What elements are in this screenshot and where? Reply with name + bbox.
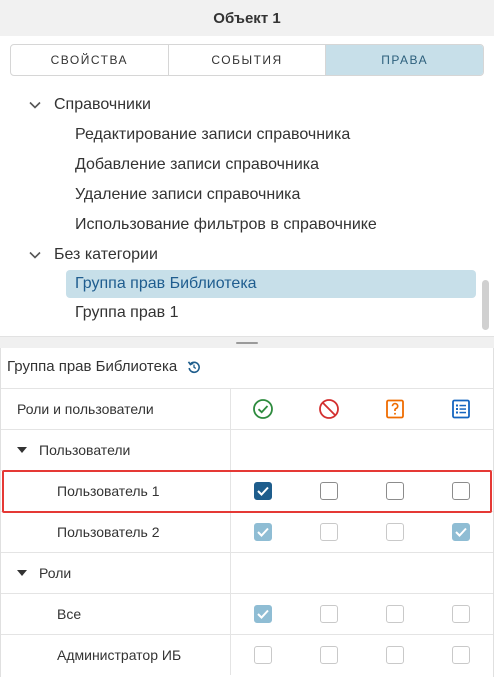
tab-label: СОБЫТИЯ xyxy=(211,53,283,67)
ask-checkbox[interactable] xyxy=(386,523,404,541)
tree-item[interactable]: Использование фильтров в справочнике xyxy=(75,211,377,239)
list-checkbox[interactable] xyxy=(452,523,470,541)
tree-group-label: Справочники xyxy=(54,96,151,113)
deny-icon xyxy=(309,389,349,429)
deny-checkbox[interactable] xyxy=(320,646,338,664)
tree-item-label: Редактирование записи справочника xyxy=(75,126,351,143)
tree-item-label: Группа прав Библиотека xyxy=(75,275,257,292)
refresh-icon[interactable] xyxy=(187,360,201,374)
group-label: Пользователи xyxy=(39,442,131,458)
deny-checkbox[interactable] xyxy=(320,482,338,500)
panel-title-text: Группа прав Библиотека xyxy=(7,358,178,375)
row-label-cell: Администратор ИБ xyxy=(1,635,231,675)
tab-events[interactable]: СОБЫТИЯ xyxy=(169,45,327,75)
tree-group-label: Без категории xyxy=(54,246,158,263)
list-checkbox[interactable] xyxy=(452,646,470,664)
grid-row-role-admin: Администратор ИБ xyxy=(1,634,493,675)
tree-item[interactable]: Удаление записи справочника xyxy=(75,181,300,209)
row-label-cell: Пользователь 1 xyxy=(1,471,231,511)
chevron-down-icon[interactable] xyxy=(28,248,42,262)
row-label-cell: Все xyxy=(1,594,231,634)
grid-row-user-1: Пользователь 1 xyxy=(1,470,493,511)
row-label: Пользователь 1 xyxy=(57,483,160,499)
caret-down-icon[interactable] xyxy=(17,446,27,454)
tree-item-label: Добавление записи справочника xyxy=(75,156,319,173)
tree-item[interactable]: Добавление записи справочника xyxy=(75,151,319,179)
tree-item[interactable]: Группа прав 1 xyxy=(75,299,178,327)
row-label: Все xyxy=(57,606,82,622)
tree-item-label: Использование фильтров в справочнике xyxy=(75,216,377,233)
grid-row-role-all: Все xyxy=(1,593,493,634)
list-icon xyxy=(441,389,481,429)
row-label: Администратор ИБ xyxy=(57,647,182,663)
chevron-down-icon[interactable] xyxy=(28,98,42,112)
tree-item-label: Удаление записи справочника xyxy=(75,186,301,203)
allow-checkbox[interactable] xyxy=(254,646,272,664)
grid-group-row-users[interactable]: Пользователи xyxy=(1,429,493,470)
tree-group-uncategorized[interactable]: Без категории xyxy=(28,241,158,269)
ask-checkbox[interactable] xyxy=(386,605,404,623)
tree-scrollbar[interactable] xyxy=(482,280,489,330)
caret-down-icon[interactable] xyxy=(17,569,27,577)
tab-properties[interactable]: СВОЙСТВА xyxy=(11,45,169,75)
tree-item[interactable]: Редактирование записи справочника xyxy=(75,121,350,149)
window-title: Объект 1 xyxy=(0,0,494,36)
grid-header-row: Роли и пользователи xyxy=(1,388,493,429)
grid-row-user-2: Пользователь 2 xyxy=(1,511,493,552)
window-title-text: Объект 1 xyxy=(213,9,281,27)
ask-icon xyxy=(375,389,415,429)
grid-group-row-roles[interactable]: Роли xyxy=(1,552,493,593)
group-label: Роли xyxy=(39,565,72,581)
row-label-cell: Пользователь 2 xyxy=(1,512,231,552)
allow-checkbox[interactable] xyxy=(254,482,272,500)
tree-item-selected[interactable]: Группа прав Библиотека xyxy=(66,270,476,298)
panel-title: Группа прав Библиотека xyxy=(7,358,201,375)
allow-checkbox[interactable] xyxy=(254,605,272,623)
group-cell: Пользователи xyxy=(1,430,231,470)
deny-checkbox[interactable] xyxy=(320,605,338,623)
column-header-roles: Роли и пользователи xyxy=(1,389,231,429)
list-checkbox[interactable] xyxy=(452,605,470,623)
rights-panel: Группа прав Библиотека Роли и пользовате… xyxy=(0,348,494,677)
ask-checkbox[interactable] xyxy=(386,482,404,500)
tree-group-directories[interactable]: Справочники xyxy=(28,91,151,119)
group-cell: Роли xyxy=(1,553,231,593)
allow-checkbox[interactable] xyxy=(254,523,272,541)
deny-checkbox[interactable] xyxy=(320,523,338,541)
allow-icon xyxy=(243,389,283,429)
column-header-text: Роли и пользователи xyxy=(17,401,154,417)
splitter-grip[interactable] xyxy=(236,342,258,344)
tab-label: СВОЙСТВА xyxy=(50,53,129,67)
panel-splitter[interactable] xyxy=(0,336,494,348)
tab-bar: СВОЙСТВА СОБЫТИЯ ПРАВА xyxy=(10,44,484,76)
ask-checkbox[interactable] xyxy=(386,646,404,664)
list-checkbox[interactable] xyxy=(452,482,470,500)
row-label: Пользователь 2 xyxy=(57,524,160,540)
tab-rights[interactable]: ПРАВА xyxy=(326,45,483,75)
rights-tree: Справочники Редактирование записи справо… xyxy=(0,90,494,336)
tree-item-label: Группа прав 1 xyxy=(75,304,179,321)
tab-label: ПРАВА xyxy=(381,53,429,67)
